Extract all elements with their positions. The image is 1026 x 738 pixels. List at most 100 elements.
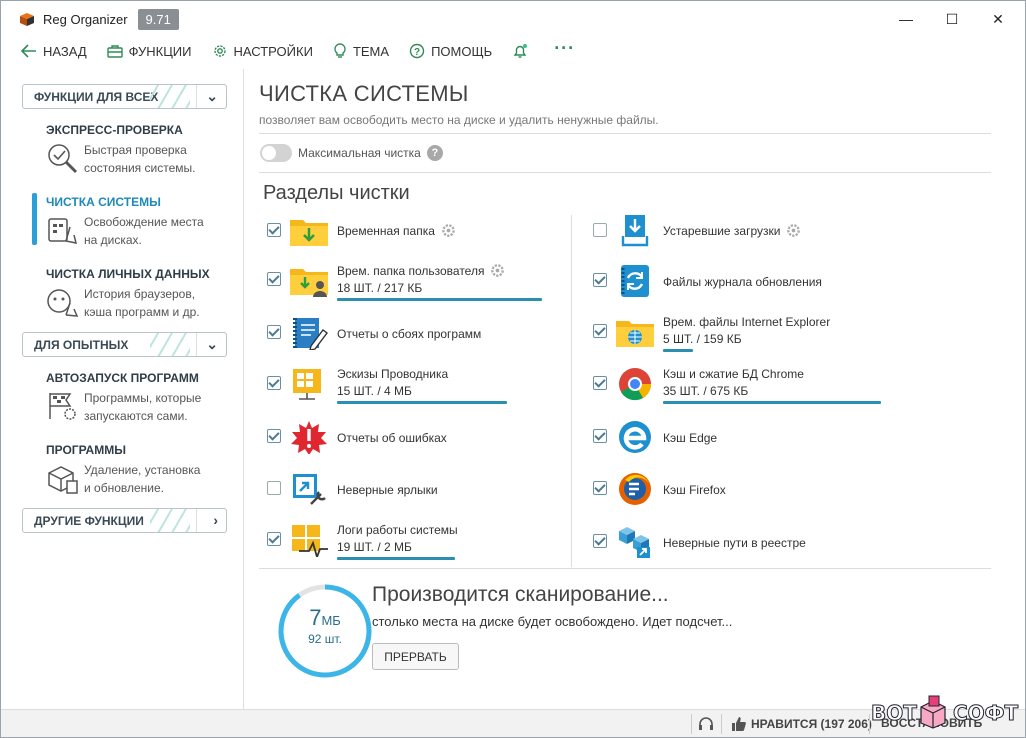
- clean-item-firefox-cache[interactable]: Кэш Firefox: [593, 472, 726, 520]
- sidebar-item-desc: и обновление.: [84, 481, 164, 495]
- page-title: ЧИСТКА СИСТЕМЫ: [259, 81, 469, 106]
- scan-progress-ring: [278, 584, 372, 678]
- separator: [196, 85, 197, 108]
- clean-item-name: Кэш Edge: [663, 431, 718, 445]
- max-clean-row: Максимальная чистка ?: [260, 144, 443, 162]
- scan-title: Производится сканирование...: [372, 583, 669, 606]
- help-icon[interactable]: ?: [426, 145, 443, 161]
- watermark-left: ВОТ: [871, 701, 918, 726]
- scan-size-value: 7: [309, 605, 322, 630]
- checkbox[interactable]: [593, 534, 607, 548]
- checkbox[interactable]: [593, 324, 607, 338]
- checkbox[interactable]: [267, 325, 281, 339]
- gear-icon[interactable]: [786, 223, 801, 238]
- clean-item-crash-reports[interactable]: Отчеты о сбоях программ: [267, 316, 481, 364]
- question-circle-icon: ?: [409, 43, 425, 59]
- main-header: ЧИСТКА СИСТЕМЫ позволяет вам освободить …: [259, 81, 999, 127]
- clean-item-ie-temp[interactable]: Врем. файлы Internet Explorer 5 ШТ. / 15…: [593, 315, 830, 363]
- clean-item-name: Врем. файлы Internet Explorer: [663, 315, 831, 329]
- sidebar-item-title: ЧИСТКА ЛИЧНЫХ ДАННЫХ: [46, 267, 210, 281]
- sidebar-item-autorun[interactable]: АВТОЗАПУСК ПРОГРАММ Программы, которые за…: [46, 371, 236, 425]
- gear-icon[interactable]: [490, 263, 505, 278]
- checkbox[interactable]: [267, 223, 281, 237]
- sidebar-item-title: ПРОГРАММЫ: [46, 443, 126, 457]
- functions-label: ФУНКЦИИ: [128, 43, 192, 59]
- clean-item-name: Отчеты о сбоях программ: [337, 327, 482, 341]
- decorative-stripes: [150, 333, 190, 356]
- sidebar-item-private-data[interactable]: ЧИСТКА ЛИЧНЫХ ДАННЫХ История браузеров, к…: [46, 267, 236, 321]
- scan-size-unit: МБ: [321, 613, 341, 628]
- notifications-button[interactable]: [512, 43, 534, 59]
- clean-item-registry-paths[interactable]: Неверные пути в реестре: [593, 525, 806, 573]
- checkbox[interactable]: [593, 481, 607, 495]
- clean-item-temp-folder[interactable]: Временная папка: [267, 214, 456, 262]
- checkbox[interactable]: [593, 223, 607, 237]
- minimize-button[interactable]: —: [883, 1, 929, 37]
- separator: [196, 333, 197, 356]
- clean-item-user-temp[interactable]: Врем. папка пользователя 18 ШТ. / 217 КБ: [267, 263, 542, 311]
- divider: [259, 568, 991, 569]
- sidebar-item-desc: на дисках.: [84, 233, 142, 247]
- clean-item-update-logs[interactable]: Файлы журнала обновления: [593, 264, 822, 312]
- checkbox[interactable]: [593, 376, 607, 390]
- sidebar-item-desc: запускаются сами.: [84, 409, 188, 423]
- sidebar-item-express-check[interactable]: ЭКСПРЕСС-ПРОВЕРКА Быстрая проверка состоя…: [46, 123, 236, 177]
- svg-text:?: ?: [414, 47, 420, 58]
- watermark-right: СОФТ: [952, 701, 1019, 726]
- clean-item-stats: 19 ШТ. / 2 МБ: [337, 540, 412, 554]
- close-button[interactable]: ✕: [975, 1, 1021, 37]
- checkbox[interactable]: [593, 273, 607, 287]
- back-button[interactable]: НАЗАД: [21, 44, 87, 59]
- checkbox[interactable]: [267, 376, 281, 390]
- clean-item-error-reports[interactable]: Отчеты об ошибках: [267, 420, 447, 468]
- likes-button[interactable]: НРАВИТСЯ (197 206): [731, 716, 872, 732]
- clean-item-name: Эскизы Проводника: [337, 367, 449, 381]
- clean-item-old-downloads[interactable]: Устаревшие загрузки: [593, 214, 801, 262]
- sidebar-item-desc: История браузеров,: [84, 287, 196, 301]
- separator: [869, 714, 870, 734]
- clean-item-name: Устаревшие загрузки: [663, 223, 781, 238]
- settings-label: НАСТРОЙКИ: [233, 43, 313, 59]
- app-window: Reg Organizer 9.71 — ☐ ✕ НАЗАД ФУНКЦИИ Н…: [0, 0, 1026, 738]
- checkbox[interactable]: [267, 272, 281, 286]
- checkbox[interactable]: [267, 481, 281, 495]
- sidebar-item-desc: Удаление, установка: [84, 463, 201, 477]
- clean-item-broken-shortcuts[interactable]: Неверные ярлыки: [267, 472, 438, 520]
- watermark-box-icon: [920, 695, 946, 729]
- clean-item-system-logs[interactable]: Логи работы системы 19 ШТ. / 2 МБ: [267, 523, 458, 571]
- settings-menu[interactable]: НАСТРОЙКИ: [212, 43, 313, 59]
- gear-icon: [213, 45, 226, 57]
- abort-button[interactable]: ПРЕРВАТЬ: [372, 643, 459, 670]
- chevron-right-icon: ›: [213, 512, 218, 528]
- group-functions-for-all[interactable]: ФУНКЦИИ ДЛЯ ВСЕХ ⌄: [22, 84, 227, 109]
- clean-item-name: Отчеты об ошибках: [337, 431, 447, 445]
- clean-item-chrome-cache[interactable]: Кэш и сжатие БД Chrome 35 ШТ. / 675 КБ: [593, 367, 881, 415]
- edge-icon: [619, 421, 651, 453]
- functions-menu[interactable]: ФУНКЦИИ: [106, 43, 192, 59]
- group-for-advanced[interactable]: ДЛЯ ОПЫТНЫХ ⌄: [22, 332, 227, 357]
- app-logo-icon: [20, 13, 34, 26]
- group-other-functions[interactable]: ДРУГИЕ ФУНКЦИИ ›: [22, 508, 227, 533]
- disk-broom-icon: [48, 218, 78, 244]
- more-menu[interactable]: ···: [554, 38, 575, 59]
- clean-item-edge-cache[interactable]: Кэш Edge: [593, 420, 717, 468]
- clean-item-stats: 35 ШТ. / 675 КБ: [663, 384, 749, 398]
- gear-icon[interactable]: [441, 223, 456, 238]
- checkbox[interactable]: [267, 532, 281, 546]
- max-clean-toggle[interactable]: [260, 144, 292, 162]
- sidebar-item-system-cleanup[interactable]: ЧИСТКА СИСТЕМЫ Освобождение места на диск…: [46, 195, 236, 249]
- maximize-button[interactable]: ☐: [929, 1, 975, 37]
- checkbox[interactable]: [267, 429, 281, 443]
- theme-menu[interactable]: ТЕМА: [333, 43, 389, 59]
- sidebar: ФУНКЦИИ ДЛЯ ВСЕХ ⌄ ЭКСПРЕСС-ПРОВЕРКА Быс…: [6, 69, 244, 709]
- clean-item-name: Неверные пути в реестре: [663, 536, 806, 550]
- clean-item-explorer-thumbs[interactable]: Эскизы Проводника 15 ШТ. / 4 МБ: [267, 367, 507, 415]
- privacy-broom-icon: [47, 289, 79, 317]
- checkbox[interactable]: [593, 429, 607, 443]
- help-menu[interactable]: ? ПОМОЩЬ: [409, 43, 492, 59]
- clean-item-name: Файлы журнала обновления: [663, 275, 822, 289]
- headset-icon[interactable]: [698, 716, 714, 732]
- sidebar-item-programs[interactable]: ПРОГРАММЫ Удаление, установка и обновлени…: [46, 443, 236, 497]
- folder-download-icon: [290, 220, 328, 246]
- progress-bar: [663, 349, 693, 352]
